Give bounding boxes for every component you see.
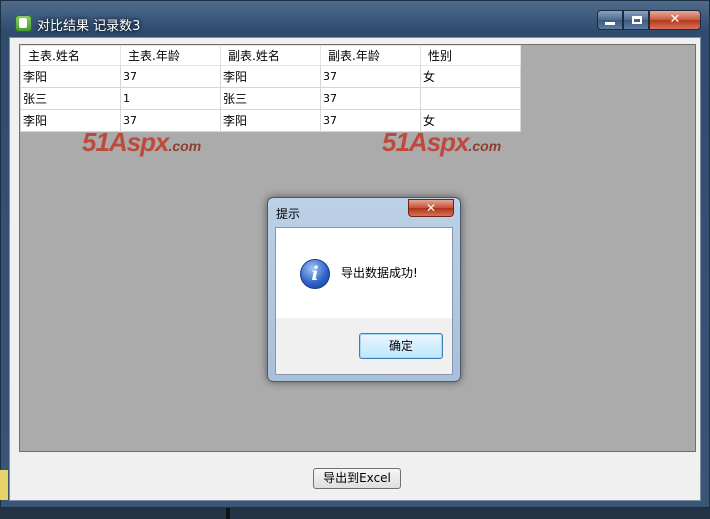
column-header[interactable]: 副表.年龄 [320, 45, 421, 66]
table-cell[interactable]: 张三 [20, 87, 121, 110]
minimize-button[interactable] [597, 10, 623, 30]
close-icon: ✕ [425, 201, 437, 215]
message-dialog: 提示 ✕ i 导出数据成功! 确定 [267, 197, 461, 382]
table-cell[interactable]: 张三 [220, 87, 321, 110]
table-cell[interactable]: 37 [120, 65, 221, 88]
minimize-icon [605, 22, 615, 25]
table-row[interactable]: 张三 1 张三 37 [20, 87, 521, 110]
export-excel-button[interactable]: 导出到Excel [313, 468, 401, 489]
info-icon: i [300, 259, 330, 289]
watermark-logo: 51Aspx.com [82, 127, 201, 158]
app-icon [15, 15, 32, 32]
result-table: 主表.姓名 主表.年龄 副表.姓名 副表.年龄 性别 李阳 37 李阳 37 女 [20, 45, 521, 132]
table-cell[interactable] [420, 87, 521, 110]
table-cell[interactable]: 李阳 [220, 109, 321, 132]
title-bar[interactable]: 对比结果 记录数3 ✕ [1, 1, 709, 37]
close-button[interactable]: ✕ [649, 10, 701, 30]
maximize-icon [632, 16, 642, 24]
header-row: 主表.姓名 主表.年龄 副表.姓名 副表.年龄 性别 [20, 45, 521, 66]
taskbar-strip [0, 508, 710, 519]
column-header[interactable]: 主表.年龄 [120, 45, 221, 66]
table-cell[interactable]: 1 [120, 87, 221, 110]
table-cell[interactable]: 37 [320, 65, 421, 88]
column-header[interactable]: 性别 [420, 45, 521, 66]
cursor-mark [226, 508, 230, 519]
dialog-close-button[interactable]: ✕ [408, 199, 454, 217]
watermark-suffix: .com [168, 138, 202, 154]
table-cell[interactable]: 女 [420, 65, 521, 88]
window-controls: ✕ [597, 10, 703, 30]
dialog-title: 提示 [276, 207, 301, 221]
watermark-suffix: .com [468, 138, 502, 154]
watermark-text: 51Aspx [382, 127, 469, 157]
table-cell[interactable]: 李阳 [20, 65, 121, 88]
watermark-logo: 51Aspx.com [382, 127, 501, 158]
dialog-footer: 确定 [276, 318, 452, 374]
table-cell[interactable]: 37 [320, 87, 421, 110]
table-cell[interactable]: 李阳 [220, 65, 321, 88]
maximize-button[interactable] [623, 10, 649, 30]
column-header[interactable]: 主表.姓名 [20, 45, 121, 66]
ok-button[interactable]: 确定 [359, 333, 443, 359]
column-header[interactable]: 副表.姓名 [220, 45, 321, 66]
table-row[interactable]: 李阳 37 李阳 37 女 [20, 65, 521, 88]
close-icon: ✕ [669, 12, 681, 27]
watermark-text: 51Aspx [82, 127, 169, 157]
window-title: 对比结果 记录数3 [37, 19, 141, 34]
dialog-body: i 导出数据成功! 确定 [275, 227, 453, 375]
background-fragment [0, 470, 8, 500]
dialog-message: 导出数据成功! [341, 266, 418, 280]
